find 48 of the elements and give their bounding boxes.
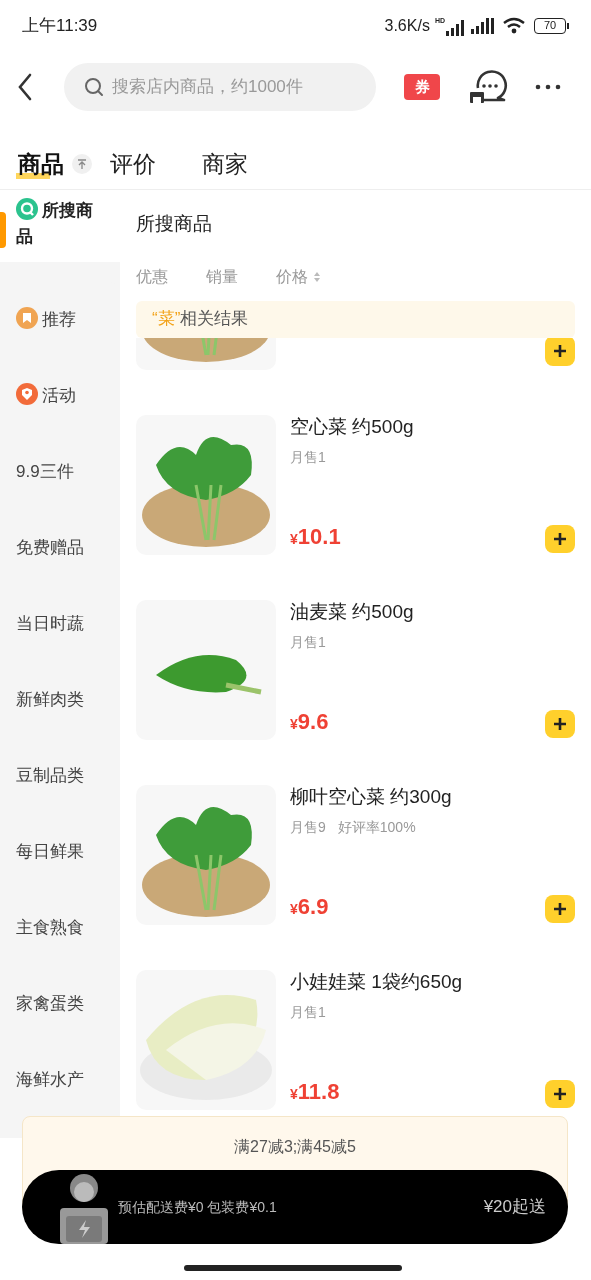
tab[interactable]: 商品: [18, 146, 64, 181]
monthly-sales: 月售1: [290, 448, 326, 467]
monthly-sales: 月售1: [290, 1003, 326, 1022]
tab[interactable]: 评价: [110, 146, 156, 181]
clock-time: 上午11:39: [22, 15, 98, 38]
monthly-sales: 月售1: [290, 633, 326, 652]
product-name: 小娃娃菜 1袋约650g: [290, 969, 464, 994]
chat-store-icon: [468, 70, 508, 104]
signal-icon: [446, 19, 466, 36]
monthly-sales: 月售9: [290, 818, 326, 837]
plus-icon: [553, 343, 567, 358]
wifi-icon: [502, 17, 526, 35]
product-name: 柳叶空心菜 约300g: [290, 784, 453, 809]
plus-icon: [553, 716, 567, 731]
signal-icon: [471, 18, 497, 34]
network-speed: 3.6K/s: [384, 16, 430, 36]
product-price: ¥10.1: [290, 522, 341, 551]
product-name: 油麦菜 约500g: [290, 599, 415, 624]
minimum-order-text: ¥20起送: [483, 1196, 546, 1219]
bookmark-icon: [16, 307, 38, 329]
collapse-icon: [72, 153, 92, 174]
plus-icon: [553, 531, 567, 546]
sidebar-item[interactable]: 所搜商品: [0, 190, 120, 262]
search-icon: [16, 198, 38, 220]
add-button[interactable]: [545, 524, 575, 553]
add-button[interactable]: [545, 1079, 575, 1108]
add-button[interactable]: [545, 894, 575, 923]
tag-icon: [16, 383, 38, 405]
product-price: ¥9.6: [290, 707, 329, 736]
product-price: ¥11.8: [290, 1077, 340, 1106]
section-title: 所搜商品: [136, 212, 213, 236]
plus-icon: [553, 901, 567, 916]
tab[interactable]: 商家: [202, 146, 248, 181]
result-banner: “菜”相关结果: [136, 300, 575, 338]
add-button[interactable]: [545, 337, 575, 366]
sort-icon: [313, 270, 321, 283]
search-field[interactable]: 搜索店内商品，约1000件: [64, 63, 376, 111]
more-icon: [535, 84, 561, 90]
add-button[interactable]: [545, 709, 575, 738]
selection-indicator: [0, 212, 6, 248]
product-name: 空心菜 约500g: [290, 414, 415, 439]
delivery-fee-text: 预估配送费¥0 包装费¥0.1: [118, 1197, 277, 1217]
coupon-button[interactable]: 券: [404, 74, 440, 100]
plus-icon: [553, 1086, 567, 1101]
product-price: ¥6.9: [290, 892, 329, 921]
battery-indicator: 70: [534, 18, 566, 34]
search-icon: [84, 77, 104, 97]
rating-text: 好评率100%: [337, 818, 416, 837]
